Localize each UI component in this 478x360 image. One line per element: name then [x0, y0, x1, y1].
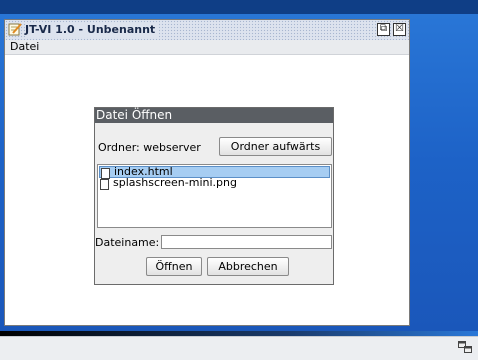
- window-titlebar[interactable]: JT-VI 1.0 - Unbenannt ⧉ ☒: [5, 20, 409, 41]
- file-icon: [100, 179, 109, 190]
- restore-button[interactable]: ⧉: [377, 23, 390, 36]
- dialog-titlebar[interactable]: Datei Öffnen: [95, 108, 333, 123]
- folder-up-button[interactable]: Ordner aufwärts: [219, 137, 332, 156]
- app-window: JT-VI 1.0 - Unbenannt ⧉ ☒ Datei Datei Öf…: [4, 19, 410, 326]
- restore-icon: ⧉: [379, 23, 388, 34]
- menubar: Datei: [5, 40, 409, 55]
- dialog-title: Datei Öffnen: [96, 108, 173, 122]
- notepad-pencil-icon: [8, 23, 22, 36]
- file-item-splashscreen-png[interactable]: splashscreen-mini.png: [99, 176, 330, 190]
- taskbar: [0, 336, 478, 360]
- close-button[interactable]: ☒: [393, 23, 406, 36]
- folder-label: Ordner: webserver: [98, 141, 201, 154]
- open-file-dialog: Datei Öffnen Ordner: webserver Ordner au…: [94, 107, 334, 285]
- cancel-button[interactable]: Abbrechen: [207, 257, 289, 276]
- filename-input[interactable]: [161, 235, 332, 249]
- file-name: splashscreen-mini.png: [113, 176, 237, 189]
- close-icon: ☒: [395, 23, 404, 34]
- window-title: JT-VI 1.0 - Unbenannt: [25, 23, 160, 37]
- menu-datei[interactable]: Datei: [10, 40, 39, 54]
- file-list[interactable]: index.html splashscreen-mini.png: [97, 164, 332, 228]
- windows-switch-icon[interactable]: [458, 341, 472, 353]
- filename-label: Dateiname:: [95, 236, 160, 249]
- desktop-top-strip: [0, 0, 478, 14]
- open-button[interactable]: Öffnen: [146, 257, 202, 276]
